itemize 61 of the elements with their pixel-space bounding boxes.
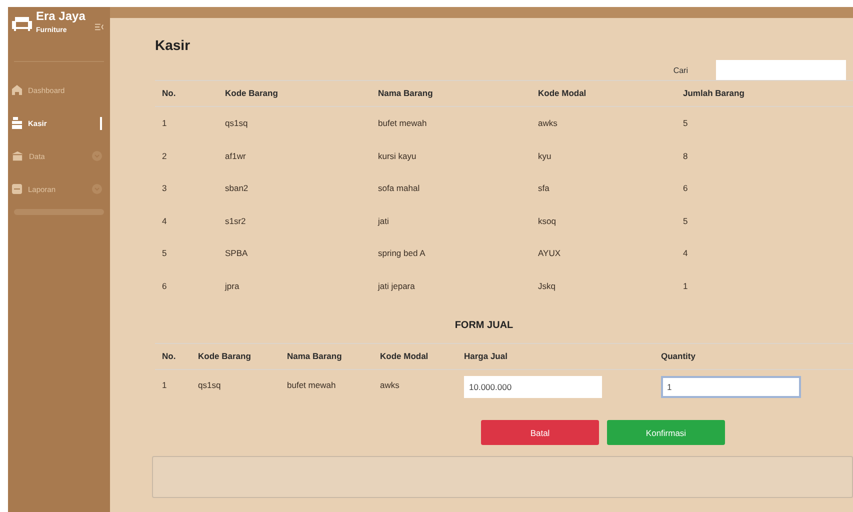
column-header: Kode Modal (373, 344, 457, 370)
table-cell: bufet mewah (280, 370, 373, 415)
table-cell-text: kursi kayu (377, 150, 418, 163)
table-cell-text: 6 (161, 280, 168, 293)
column-header: Kode Barang (191, 344, 280, 370)
action-button[interactable]: Batal (481, 420, 599, 445)
table-cell-text: ksoq (537, 214, 557, 228)
table-cell: bufet mewah (371, 106, 531, 140)
table-cell-text: 1 (682, 280, 689, 293)
table-cell-text: sofa mahal (377, 182, 421, 196)
action-button[interactable]: Konfirmasi (607, 420, 725, 445)
table-cell-text: 4 (161, 214, 168, 228)
column-header: No. (155, 344, 191, 370)
table-cell-text: Jskq (537, 280, 556, 293)
home-icon (12, 85, 22, 95)
table-cell-text: 5 (682, 214, 689, 228)
table-cell-text: sban2 (224, 182, 250, 196)
cash-register-icon (12, 117, 22, 129)
menu-icon[interactable] (95, 23, 104, 31)
table-cell-text: jati jepara (376, 280, 416, 293)
table-cell-text: 2 (161, 150, 168, 163)
table-cell-text: 5 (161, 247, 168, 260)
search-field[interactable] (716, 60, 846, 80)
quantity-field[interactable]: 1 (661, 376, 801, 398)
brand-name: Era Jaya (36, 9, 86, 23)
table-cell-text: sfa (537, 182, 550, 196)
sofa-icon (12, 15, 32, 31)
column-header: No. (155, 80, 218, 106)
table-cell: qs1sq (191, 370, 280, 415)
table-cell-text: 4 (682, 247, 689, 260)
column-header: Kode Barang (218, 80, 371, 106)
column-header: Kode Modal (531, 80, 676, 106)
table-cell-text: 6 (682, 182, 689, 196)
table-cell-text: SPBA (224, 247, 249, 260)
table-cell: 1 (155, 370, 191, 415)
column-header: Nama Barang (280, 344, 373, 370)
table-cell-text: spring bed A (377, 247, 426, 260)
table-cell: 5 (676, 106, 853, 140)
table-cell: 1 (155, 106, 218, 140)
table-cell-text: jpra (224, 280, 240, 293)
table-cell-text: jati (376, 214, 390, 228)
table-cell-text: AYUX (537, 247, 562, 260)
building-icon (12, 151, 23, 161)
column-header: Harga Jual (457, 344, 654, 370)
column-header: Quantity (654, 344, 853, 370)
column-header: Jumlah Barang (676, 80, 853, 106)
search-label: Cari (673, 66, 688, 74)
table-cell: qs1sq (218, 106, 371, 140)
table-cell: awks (373, 370, 457, 415)
table-cell-text: s1sr2 (224, 214, 247, 228)
price-field[interactable]: 10.000.000 (464, 376, 602, 398)
table-cell: awks (531, 106, 676, 140)
table-cell-text: af1wr (224, 150, 247, 163)
table-cell-text: 8 (682, 150, 689, 163)
active-indicator (100, 116, 102, 130)
table-cell-text: kyu (537, 150, 552, 163)
folder-icon (12, 184, 22, 194)
column-header: Nama Barang (371, 80, 531, 106)
form-title: FORM JUAL (454, 320, 514, 331)
table-cell-text: 3 (161, 182, 168, 196)
page-title: Kasir (155, 37, 192, 53)
